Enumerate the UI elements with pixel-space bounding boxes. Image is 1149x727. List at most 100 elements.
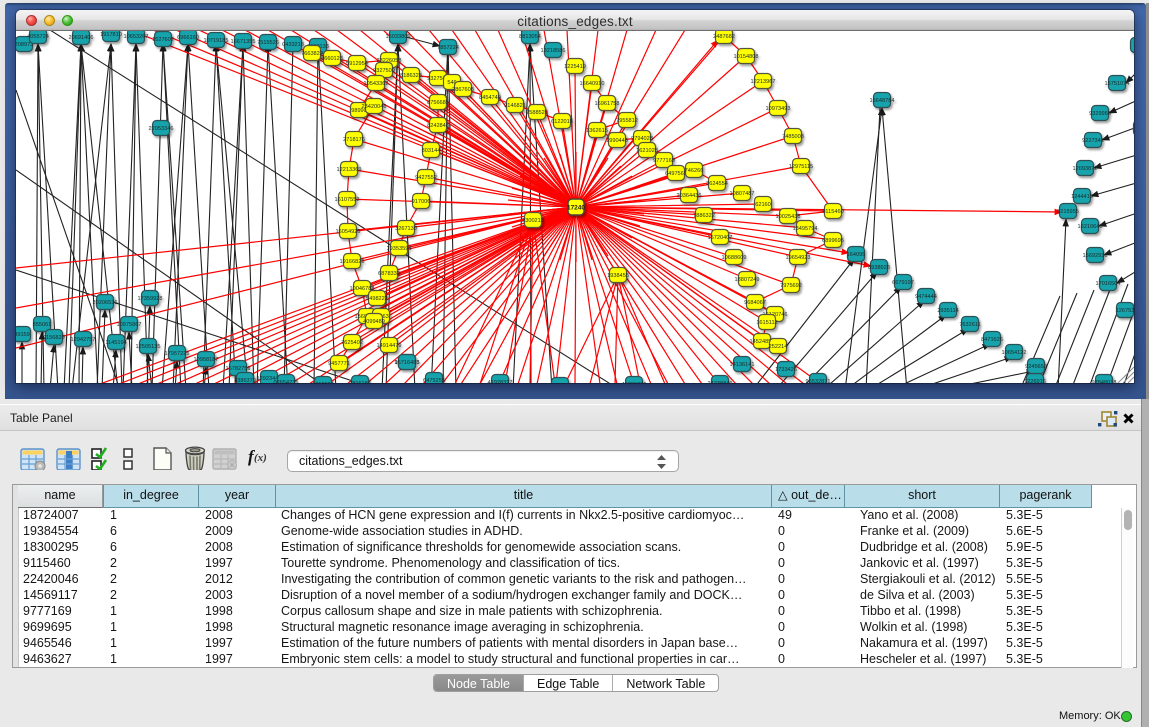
svg-text:1621028: 1621028 bbox=[636, 148, 658, 154]
svg-text:9146821: 9146821 bbox=[504, 103, 526, 109]
svg-text:16671355: 16671355 bbox=[231, 39, 256, 45]
svg-text:20364436: 20364436 bbox=[677, 193, 702, 199]
svg-text:9245652: 9245652 bbox=[1025, 364, 1047, 370]
svg-text:15692931: 15692931 bbox=[1083, 253, 1108, 259]
svg-text:16640910: 16640910 bbox=[580, 81, 605, 87]
svg-text:22053346: 22053346 bbox=[149, 126, 174, 132]
svg-text:1990448: 1990448 bbox=[606, 138, 628, 144]
svg-text:3624554: 3624554 bbox=[706, 181, 728, 187]
svg-text:7632611: 7632611 bbox=[959, 322, 980, 328]
svg-text:7485003: 7485003 bbox=[782, 134, 804, 140]
svg-text:97848018: 97848018 bbox=[1092, 380, 1117, 383]
svg-text:1527602: 1527602 bbox=[152, 37, 174, 43]
svg-text:13495794: 13495794 bbox=[793, 226, 818, 232]
svg-text:9457771: 9457771 bbox=[328, 361, 350, 367]
svg-text:9777169: 9777169 bbox=[653, 158, 675, 164]
svg-text:9329966: 9329966 bbox=[1089, 111, 1111, 117]
svg-text:252214: 252214 bbox=[769, 344, 788, 350]
svg-text:12975115: 12975115 bbox=[789, 164, 813, 170]
svg-text:6899695: 6899695 bbox=[822, 238, 844, 244]
svg-text:1112: 1112 bbox=[1133, 43, 1134, 49]
svg-text:5912954: 5912954 bbox=[346, 61, 368, 67]
svg-text:9427552: 9427552 bbox=[415, 175, 437, 181]
svg-text:10154808: 10154808 bbox=[734, 54, 759, 60]
svg-text:6878332: 6878332 bbox=[378, 271, 400, 277]
svg-text:14914479: 14914479 bbox=[377, 343, 402, 349]
svg-text:1615112: 1615112 bbox=[756, 320, 777, 326]
svg-text:1362615: 1362615 bbox=[586, 128, 608, 134]
svg-text:7857224: 7857224 bbox=[437, 45, 459, 51]
svg-text:7515526: 7515526 bbox=[257, 40, 279, 46]
svg-text:16648784: 16648784 bbox=[870, 98, 895, 104]
svg-text:12213967: 12213967 bbox=[751, 79, 776, 85]
svg-text:6497565: 6497565 bbox=[665, 171, 687, 177]
svg-text:17240: 17240 bbox=[567, 205, 585, 212]
svg-text:8215955: 8215955 bbox=[1057, 209, 1079, 215]
svg-text:8186328: 8186328 bbox=[400, 73, 422, 79]
svg-text:10653267: 10653267 bbox=[124, 34, 149, 40]
svg-text:41395376: 41395376 bbox=[622, 382, 647, 383]
svg-text:2935114: 2935114 bbox=[937, 308, 958, 314]
svg-text:8471626: 8471626 bbox=[981, 337, 1003, 343]
svg-text:16107552: 16107552 bbox=[335, 197, 360, 203]
svg-text:2487682: 2487682 bbox=[713, 34, 735, 40]
svg-text:15720407: 15720407 bbox=[708, 235, 733, 241]
svg-text:6966160: 6966160 bbox=[177, 35, 199, 41]
svg-text:9794028: 9794028 bbox=[631, 136, 653, 142]
svg-text:19166825: 19166825 bbox=[340, 259, 365, 265]
svg-text:17957225: 17957225 bbox=[165, 351, 190, 357]
svg-text:16054925: 16054925 bbox=[336, 229, 361, 235]
svg-text:9327509: 9327509 bbox=[373, 68, 395, 74]
svg-text:24238849: 24238849 bbox=[708, 381, 733, 383]
svg-text:7886322: 7886322 bbox=[693, 213, 715, 219]
svg-text:1615594: 1615594 bbox=[312, 382, 334, 383]
svg-text:10688609: 10688609 bbox=[722, 255, 747, 261]
svg-text:16210643: 16210643 bbox=[1078, 224, 1103, 230]
svg-text:1225419: 1225419 bbox=[564, 64, 586, 70]
svg-text:13218586: 13218586 bbox=[541, 48, 566, 54]
svg-text:7955812: 7955812 bbox=[616, 118, 638, 124]
svg-text:6679197: 6679197 bbox=[892, 280, 914, 286]
svg-text:2718176: 2718176 bbox=[343, 137, 365, 143]
svg-text:16033809: 16033809 bbox=[386, 34, 411, 40]
svg-text:6475255: 6475255 bbox=[423, 378, 445, 383]
svg-text:17359928: 17359928 bbox=[138, 296, 163, 302]
svg-text:12942757: 12942757 bbox=[71, 337, 96, 343]
svg-text:17016504: 17016504 bbox=[1096, 281, 1121, 287]
svg-text:1145194: 1145194 bbox=[105, 340, 126, 346]
svg-text:164095: 164095 bbox=[847, 252, 866, 258]
svg-text:2867608: 2867608 bbox=[452, 87, 474, 93]
svg-text:1156829: 1156829 bbox=[43, 335, 64, 341]
svg-text:5498222: 5498222 bbox=[366, 296, 388, 302]
svg-text:4055724: 4055724 bbox=[27, 34, 49, 40]
svg-text:7816184: 7816184 bbox=[349, 381, 371, 383]
svg-text:1226916: 1226916 bbox=[1024, 379, 1046, 383]
svg-text:10719185: 10719185 bbox=[204, 38, 229, 44]
svg-text:8813054: 8813054 bbox=[519, 34, 541, 40]
svg-text:15716485: 15716485 bbox=[395, 360, 420, 366]
svg-text:12093872: 12093872 bbox=[1073, 166, 1098, 172]
svg-text:6122018: 6122018 bbox=[551, 119, 573, 125]
svg-text:14136141: 14136141 bbox=[730, 362, 755, 368]
svg-text:20206536: 20206536 bbox=[93, 300, 118, 306]
svg-text:10958187: 10958187 bbox=[194, 357, 219, 363]
svg-text:16961758: 16961758 bbox=[595, 101, 620, 107]
svg-text:803144: 803144 bbox=[422, 148, 441, 154]
svg-text:41928327: 41928327 bbox=[488, 380, 513, 383]
svg-text:8242848: 8242848 bbox=[427, 123, 449, 129]
svg-text:746266: 746266 bbox=[685, 168, 704, 174]
svg-text:12213369: 12213369 bbox=[337, 167, 362, 173]
svg-text:7625402: 7625402 bbox=[341, 340, 363, 346]
svg-text:62160: 62160 bbox=[755, 202, 771, 208]
svg-text:16782759: 16782759 bbox=[226, 366, 251, 372]
svg-text:19654923: 19654923 bbox=[786, 255, 811, 261]
svg-text:1938455: 1938455 bbox=[607, 273, 629, 279]
svg-text:917006: 917006 bbox=[412, 199, 431, 205]
svg-text:20691406: 20691406 bbox=[69, 35, 94, 41]
svg-text:18807249: 18807249 bbox=[735, 277, 760, 283]
svg-text:8386379: 8386379 bbox=[234, 378, 256, 383]
svg-text:855061: 855061 bbox=[33, 322, 52, 328]
svg-text:10543362: 10543362 bbox=[364, 81, 389, 87]
svg-text:(x): (x) bbox=[254, 452, 267, 464]
svg-text:2300213: 2300213 bbox=[522, 218, 544, 224]
